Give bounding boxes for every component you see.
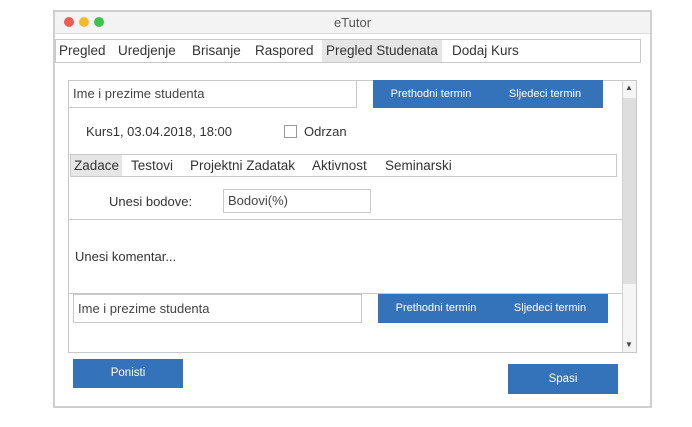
held-checkbox[interactable] (284, 125, 297, 138)
tab-seminarski[interactable]: Seminarski (382, 155, 455, 176)
tab-projektni-zadatak[interactable]: Projektni Zadatak (187, 155, 298, 176)
tab-testovi[interactable]: Testovi (128, 155, 176, 176)
scrollbar-thumb[interactable] (623, 98, 636, 284)
bottom-previous-term-button[interactable]: Prethodni termin (383, 294, 489, 323)
student-name-input[interactable]: Ime i prezime studenta (68, 80, 357, 108)
menu-item-pregled-studenata[interactable]: Pregled Studenata (322, 40, 442, 62)
session-info: Kurs1, 03.04.2018, 18:00 (86, 124, 233, 139)
bottom-next-term-button[interactable]: Sljedeci termin (495, 294, 605, 323)
menu-item-pregled[interactable]: Pregled (55, 40, 110, 62)
next-term-button[interactable]: Sljedeci termin (490, 80, 600, 108)
points-label: Unesi bodove: (109, 194, 193, 209)
tab-zadace[interactable]: Zadace (71, 155, 123, 176)
held-label: Odrzan (304, 124, 347, 139)
tab-aktivnost[interactable]: Aktivnost (309, 155, 370, 176)
save-button[interactable]: Spasi (508, 364, 618, 394)
bottom-student-name-input[interactable]: Ime i prezime studenta (73, 294, 362, 323)
scroll-down-icon[interactable]: ▼ (622, 339, 636, 351)
points-input[interactable]: Bodovi(%) (223, 189, 371, 213)
comment-placeholder: Unesi komentar... (75, 249, 177, 264)
menu-item-uredjenje[interactable]: Uredjenje (114, 40, 180, 62)
previous-term-button[interactable]: Prethodni termin (377, 80, 485, 108)
window-title: eTutor (333, 15, 372, 30)
scroll-up-icon[interactable]: ▲ (622, 82, 636, 94)
menu-item-brisanje[interactable]: Brisanje (188, 40, 245, 62)
cancel-button[interactable]: Ponisti (73, 359, 183, 388)
menu-item-raspored[interactable]: Raspored (251, 40, 318, 62)
menu-item-dodaj-kurs[interactable]: Dodaj Kurs (448, 40, 523, 62)
